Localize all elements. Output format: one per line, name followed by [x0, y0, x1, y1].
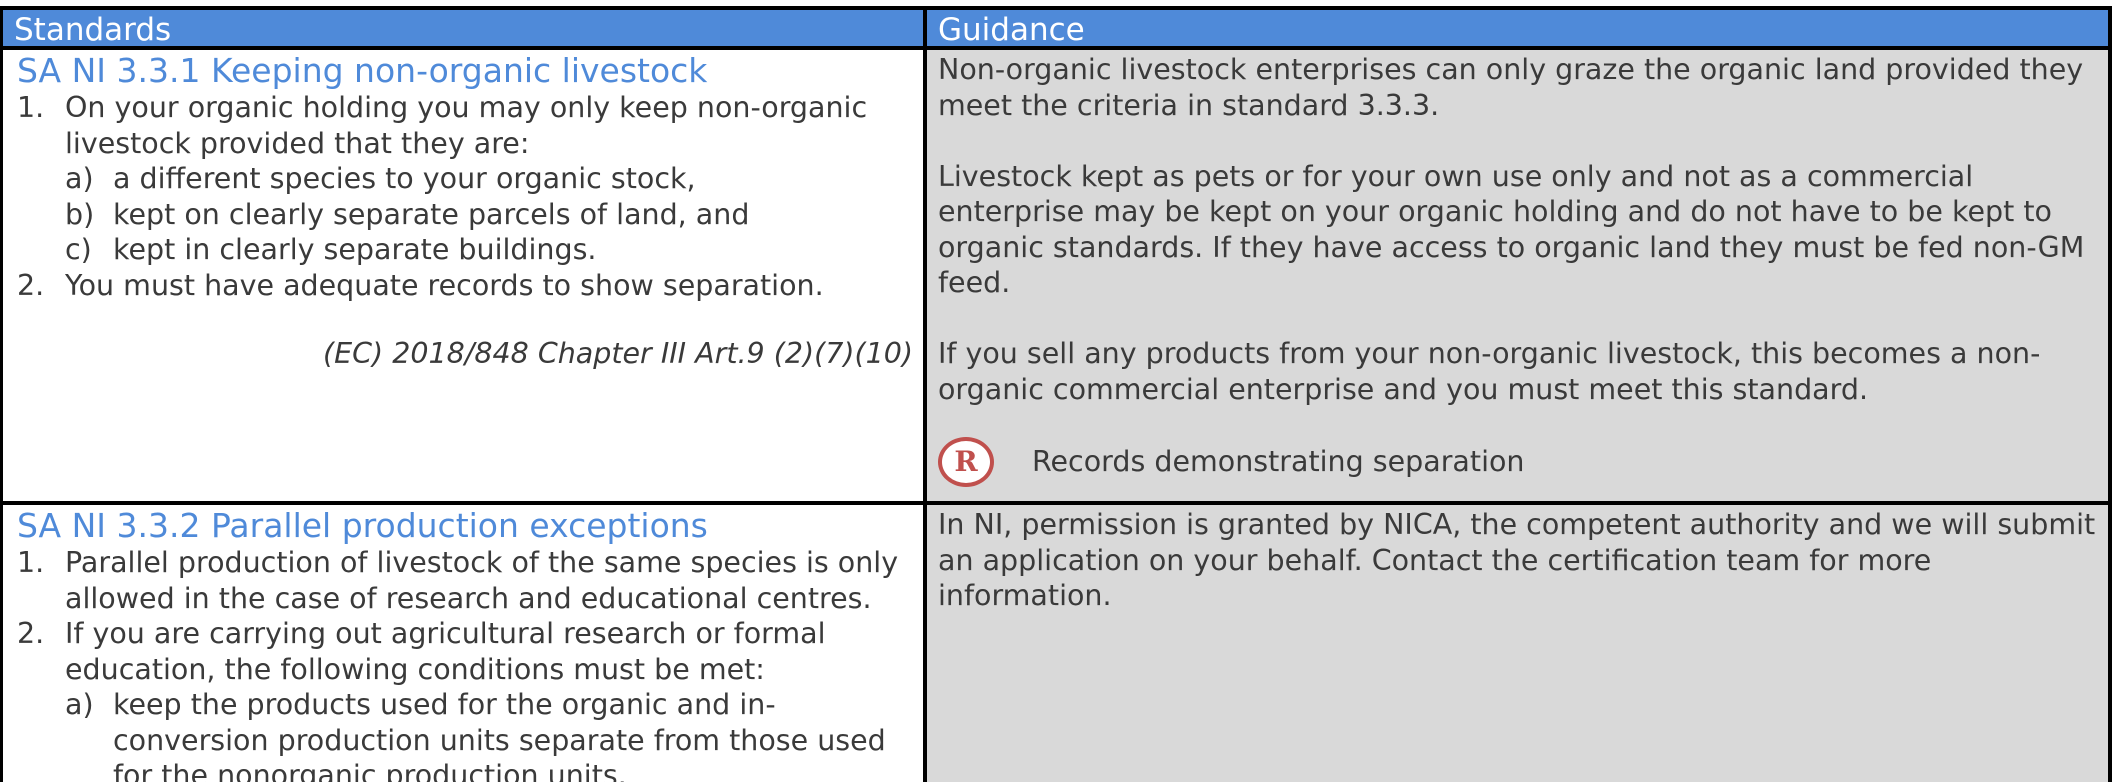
item-text: On your organic holding you may only kee…	[65, 91, 868, 160]
standard-title: SA NI 3.3.1 Keeping non-organic livestoc…	[17, 51, 708, 90]
records-text: Records demonstrating separation	[1032, 444, 1525, 478]
sub-list-item: a) a different species to your organic s…	[17, 161, 913, 197]
item-text: Parallel production of livestock of the …	[65, 546, 899, 615]
standards-table: Standards Guidance SA NI 3.3.1 Keeping n…	[0, 6, 2112, 782]
standard-cell: SA NI 3.3.1 Keeping non-organic livestoc…	[3, 50, 927, 505]
records-note: R Records demonstrating separation	[938, 436, 2098, 487]
table-row: SA NI 3.3.2 Parallel production exceptio…	[3, 505, 2112, 782]
list-item: 2. If you are carrying out agricultural …	[17, 616, 913, 687]
standard-cell: SA NI 3.3.2 Parallel production exceptio…	[3, 505, 927, 782]
item-number: 2.	[17, 268, 45, 302]
sub-item-letter: c)	[65, 233, 92, 266]
records-icon: R	[938, 436, 994, 487]
item-number: 2.	[17, 617, 45, 650]
standard-title: SA NI 3.3.2 Parallel production exceptio…	[17, 506, 708, 545]
list-item: 2. You must have adequate records to sho…	[17, 268, 913, 304]
regulation-reference: (EC) 2018/848 Chapter III Art.9 (2)(7)(1…	[323, 337, 913, 370]
sub-item-letter: a)	[65, 162, 94, 195]
table-header-row: Standards Guidance	[3, 10, 2112, 50]
guidance-paragraph: If you sell any products from your non-o…	[938, 337, 2041, 406]
guidance-paragraph: In NI, permission is granted by NICA, th…	[938, 508, 2096, 612]
sub-list-item: c) kept in clearly separate buildings.	[17, 232, 913, 268]
item-text: You must have adequate records to show s…	[65, 268, 824, 302]
sub-item-text: kept in clearly separate buildings.	[113, 233, 597, 266]
item-number: 1.	[17, 91, 45, 124]
item-text: If you are carrying out agricultural res…	[65, 617, 826, 686]
guidance-paragraph: Non-organic livestock enterprises can on…	[938, 53, 2084, 122]
sub-item-text: keep the products used for the organic a…	[113, 688, 886, 782]
guidance-cell: Non-organic livestock enterprises can on…	[927, 50, 2112, 505]
item-number: 1.	[17, 546, 45, 579]
guidance-cell: In NI, permission is granted by NICA, th…	[927, 505, 2112, 782]
standards-header: Standards	[3, 10, 927, 50]
sub-item-letter: b)	[65, 197, 95, 231]
table-row: SA NI 3.3.1 Keeping non-organic livestoc…	[3, 50, 2112, 505]
document-page: Standards Guidance SA NI 3.3.1 Keeping n…	[0, 0, 2112, 782]
sub-list-item: b) kept on clearly separate parcels of l…	[17, 197, 913, 233]
guidance-header: Guidance	[927, 10, 2112, 50]
sub-list-item: a) keep the products used for the organi…	[17, 687, 913, 782]
sub-item-letter: a)	[65, 688, 94, 721]
sub-item-text: a different species to your organic stoc…	[113, 162, 696, 195]
list-item: 1. Parallel production of livestock of t…	[17, 545, 913, 616]
sub-item-text: kept on clearly separate parcels of land…	[113, 197, 750, 231]
guidance-paragraph: Livestock kept as pets or for your own u…	[938, 159, 2085, 300]
list-item: 1. On your organic holding you may only …	[17, 90, 913, 161]
